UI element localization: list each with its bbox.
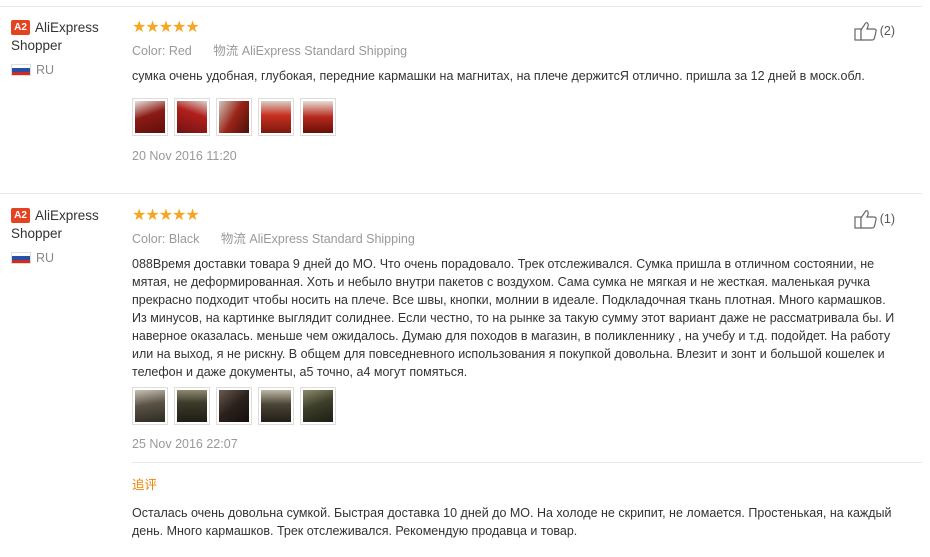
reviewer-name-line2: Shopper: [11, 226, 63, 241]
photo-image: [219, 390, 249, 422]
review-content: ★★★★★ Color: Red 物流 AliExpress Standard …: [132, 19, 902, 163]
photo-image: [261, 101, 291, 133]
top-divider: [0, 6, 922, 7]
photo-image: [261, 390, 291, 422]
photo-image: [135, 390, 165, 422]
additional-review-text: Осталась очень довольна сумкой. Быстрая …: [132, 506, 892, 538]
photo-image: [177, 390, 207, 422]
reviewer-name: AliExpress: [35, 20, 99, 35]
additional-review-divider: [132, 462, 922, 463]
review-date: 20 Nov 2016 11:20: [132, 149, 237, 163]
photo-image: [135, 101, 165, 133]
reviewer-info: A2 AliExpress Shopper RU: [11, 207, 126, 265]
color-label: Color:: [132, 44, 166, 58]
color-value: Red: [168, 44, 192, 58]
reviewer-info: A2 AliExpress Shopper RU: [11, 19, 126, 77]
photo-image: [303, 390, 333, 422]
russia-flag-icon: [11, 64, 31, 76]
review-text: сумка очень удобная, глубокая, передние …: [132, 69, 865, 83]
shipping-label: 物流: [220, 232, 246, 246]
thumbs-up-icon: [854, 210, 877, 229]
country-code: RU: [36, 63, 55, 77]
review-photos: [132, 387, 902, 425]
additional-review: 追评 Осталась очень довольна сумкой. Быстр…: [132, 474, 902, 540]
review-photo[interactable]: [300, 387, 336, 425]
review-photo[interactable]: [300, 98, 336, 136]
review-content: ★★★★★ Color: Black 物流 AliExpress Standar…: [132, 207, 902, 451]
additional-review-title: 追评: [132, 478, 158, 492]
helpful-button[interactable]: (1): [854, 209, 895, 229]
photo-image: [219, 101, 249, 133]
review-photo[interactable]: [258, 98, 294, 136]
order-info: Color: Black 物流 AliExpress Standard Ship…: [132, 231, 902, 247]
order-info: Color: Red 物流 AliExpress Standard Shippi…: [132, 43, 902, 59]
review-photo[interactable]: [132, 387, 168, 425]
photo-image: [303, 101, 333, 133]
shipping-value: AliExpress Standard Shipping: [249, 232, 415, 246]
thumbs-up-icon: [854, 22, 877, 41]
review-photo[interactable]: [216, 387, 252, 425]
shipping-value: AliExpress Standard Shipping: [241, 44, 408, 58]
reviewer-country: RU: [11, 251, 126, 265]
star-rating: ★★★★★: [132, 207, 200, 224]
review-photo[interactable]: [258, 387, 294, 425]
review-divider: [0, 193, 922, 194]
color-value: Black: [168, 232, 200, 246]
review-date: 25 Nov 2016 22:07: [132, 437, 238, 451]
buyer-level-badge: A2: [11, 208, 30, 223]
helpful-count: (2): [879, 24, 895, 38]
review-photo[interactable]: [174, 387, 210, 425]
review-photo[interactable]: [174, 98, 210, 136]
reviewer-country: RU: [11, 63, 126, 77]
star-rating: ★★★★★: [132, 19, 200, 36]
review-photo[interactable]: [216, 98, 252, 136]
helpful-count: (1): [879, 212, 895, 226]
reviewer-name-line2: Shopper: [11, 38, 63, 53]
review-photo[interactable]: [132, 98, 168, 136]
country-code: RU: [36, 251, 55, 265]
helpful-button[interactable]: (2): [854, 21, 895, 41]
color-label: Color:: [132, 232, 166, 246]
shipping-label: 物流: [213, 44, 239, 58]
review-text: 088Время доставки товара 9 дней до МО. Ч…: [132, 257, 895, 379]
russia-flag-icon: [11, 252, 31, 264]
buyer-level-badge: A2: [11, 20, 30, 35]
photo-image: [177, 101, 207, 133]
reviewer-name: AliExpress: [35, 208, 99, 223]
review-photos: [132, 98, 902, 136]
